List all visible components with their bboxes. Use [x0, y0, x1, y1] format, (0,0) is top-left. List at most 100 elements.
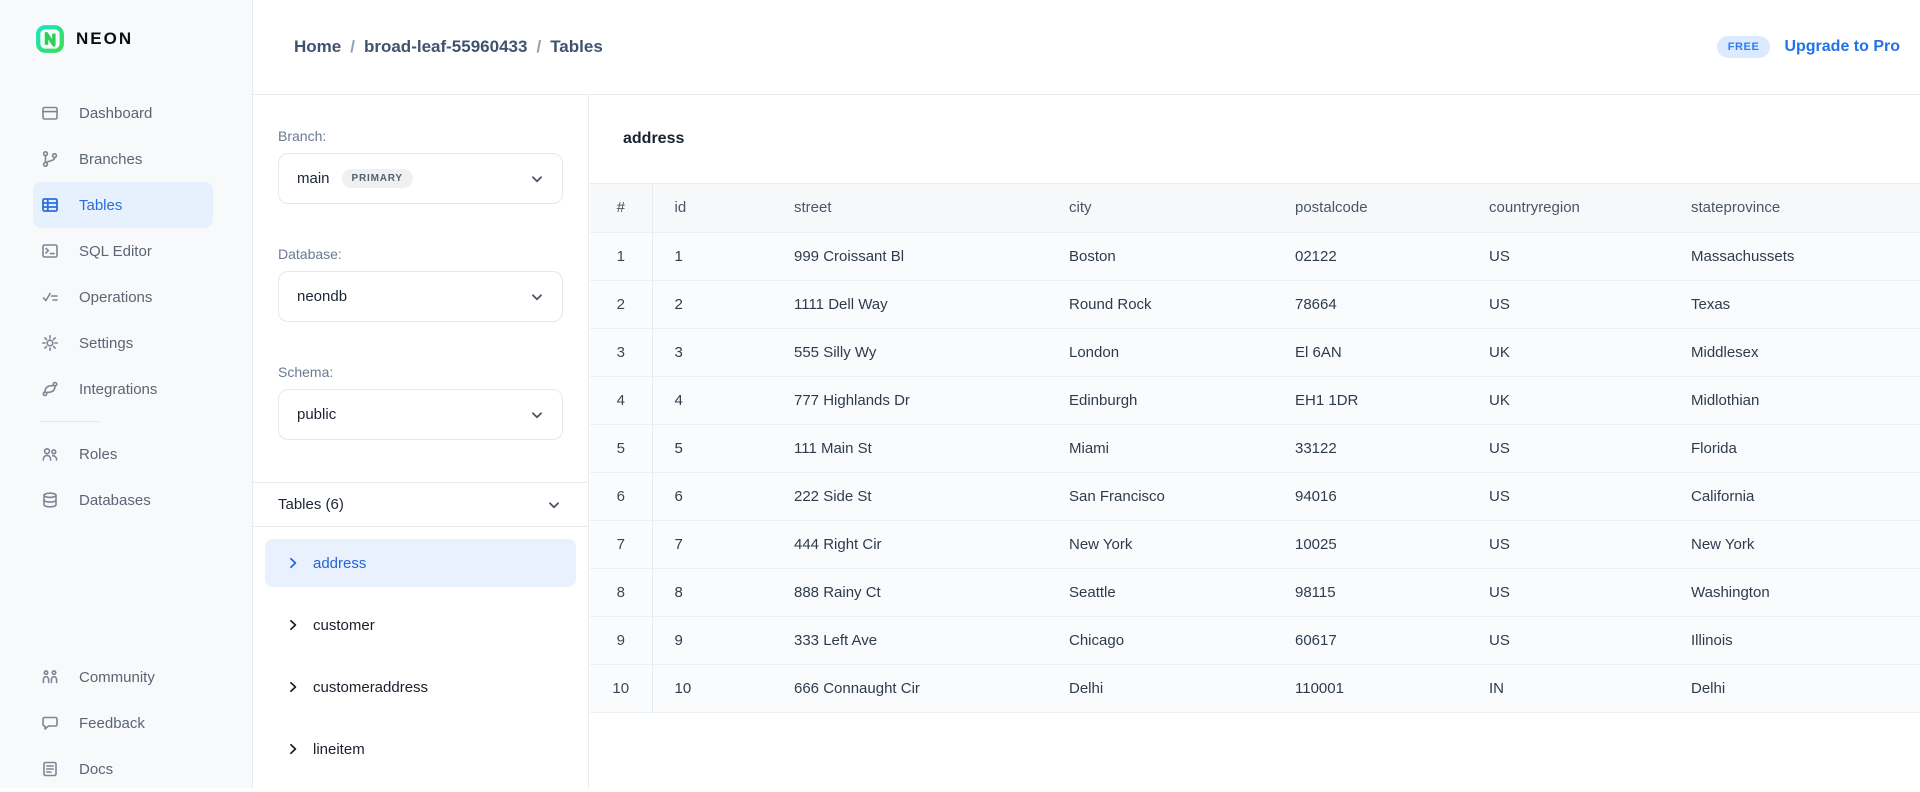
cell: 3	[652, 328, 772, 376]
cell: 666 Connaught Cir	[772, 664, 1047, 712]
cell: US	[1467, 280, 1669, 328]
column-header-rownum: #	[590, 184, 652, 232]
table-item-customeraddress[interactable]: customeraddress	[265, 663, 576, 711]
cell: New York	[1669, 520, 1920, 568]
data-grid: # id street city postalcode countryregio…	[590, 184, 1920, 713]
cell: Midlothian	[1669, 376, 1920, 424]
sidebar-item-operations[interactable]: Operations	[0, 274, 252, 320]
cell: 78664	[1273, 280, 1467, 328]
table-row[interactable]: 88888 Rainy CtSeattle98115USWashington	[590, 568, 1920, 616]
dashboard-icon	[40, 103, 60, 123]
roles-icon	[40, 444, 60, 464]
cell: 2	[590, 280, 652, 328]
cell: Boston	[1047, 232, 1273, 280]
cell: 4	[590, 376, 652, 424]
table-row[interactable]: 221111 Dell WayRound Rock78664USTexas	[590, 280, 1920, 328]
sidebar-item-integrations[interactable]: Integrations	[0, 366, 252, 412]
column-header-id: id	[652, 184, 772, 232]
cell: 02122	[1273, 232, 1467, 280]
chevron-right-icon	[286, 680, 300, 694]
breadcrumb-project[interactable]: broad-leaf-55960433	[364, 37, 527, 56]
sidebar-item-docs[interactable]: Docs	[0, 746, 252, 792]
upgrade-to-pro-link[interactable]: Upgrade to Pro	[1784, 38, 1900, 56]
sql-editor-icon	[40, 241, 60, 261]
sidebar-item-community[interactable]: Community	[0, 654, 252, 700]
table-row[interactable]: 1010666 Connaught CirDelhi110001INDelhi	[590, 664, 1920, 712]
branches-icon	[40, 149, 60, 169]
cell: 60617	[1273, 616, 1467, 664]
cell: US	[1467, 232, 1669, 280]
column-header-stateprovince: stateprovince	[1669, 184, 1920, 232]
sidebar-item-feedback[interactable]: Feedback	[0, 700, 252, 746]
sidebar-item-databases[interactable]: Databases	[0, 477, 252, 523]
cell: 999 Croissant Bl	[772, 232, 1047, 280]
cell: New York	[1047, 520, 1273, 568]
table-item-customer[interactable]: customer	[265, 601, 576, 649]
chevron-right-icon	[286, 742, 300, 756]
cell: US	[1467, 520, 1669, 568]
table-row[interactable]: 66222 Side StSan Francisco94016USCalifor…	[590, 472, 1920, 520]
table-row[interactable]: 33555 Silly WyLondonEl 6ANUKMiddlesex	[590, 328, 1920, 376]
table-body: 11999 Croissant BlBoston02122USMassachus…	[590, 232, 1920, 712]
plan-badge: FREE	[1717, 36, 1771, 58]
cell: 98115	[1273, 568, 1467, 616]
cell: 10	[652, 664, 772, 712]
chevron-down-icon	[528, 170, 546, 188]
table-item-lineitem[interactable]: lineitem	[265, 725, 576, 773]
cell: 4	[652, 376, 772, 424]
cell: US	[1467, 424, 1669, 472]
logo[interactable]: NEON	[35, 24, 252, 54]
cell: San Francisco	[1047, 472, 1273, 520]
nav-sidebar: NEON Dashboard Branches Tables SQL Edito…	[0, 0, 253, 788]
sidebar-item-sql-editor[interactable]: SQL Editor	[0, 228, 252, 274]
cell: 444 Right Cir	[772, 520, 1047, 568]
main-content: address # id street city postalcode coun…	[590, 95, 1920, 788]
breadcrumb-home[interactable]: Home	[294, 37, 341, 56]
title-band: address	[590, 95, 1920, 184]
chevron-down-icon	[545, 496, 563, 514]
cell: Delhi	[1669, 664, 1920, 712]
schema-select[interactable]: public	[278, 389, 563, 440]
database-label: Database:	[278, 246, 563, 262]
table-item-address[interactable]: address	[265, 539, 576, 587]
cell: Illinois	[1669, 616, 1920, 664]
cell: Edinburgh	[1047, 376, 1273, 424]
branch-group: Branch: main PRIMARY	[278, 128, 563, 204]
cell: 5	[590, 424, 652, 472]
cell: Round Rock	[1047, 280, 1273, 328]
table-row[interactable]: 44777 Highlands DrEdinburghEH1 1DRUKMidl…	[590, 376, 1920, 424]
database-select[interactable]: neondb	[278, 271, 563, 322]
branch-select[interactable]: main PRIMARY	[278, 153, 563, 204]
cell: 8	[590, 568, 652, 616]
chevron-down-icon	[528, 288, 546, 306]
cell: IN	[1467, 664, 1669, 712]
tables-list: address customer customeraddress lineite…	[253, 527, 588, 773]
column-header-street: street	[772, 184, 1047, 232]
feedback-icon	[40, 713, 60, 733]
cell: 888 Rainy Ct	[772, 568, 1047, 616]
schema-group: Schema: public	[278, 364, 563, 440]
cell: 1	[590, 232, 652, 280]
table-row[interactable]: 11999 Croissant BlBoston02122USMassachus…	[590, 232, 1920, 280]
sidebar-item-settings[interactable]: Settings	[0, 320, 252, 366]
sidebar-item-dashboard[interactable]: Dashboard	[0, 90, 252, 136]
table-row[interactable]: 99333 Left AveChicago60617USIllinois	[590, 616, 1920, 664]
sidebar-item-branches[interactable]: Branches	[0, 136, 252, 182]
neon-logo-icon	[35, 24, 65, 54]
chevron-down-icon	[528, 406, 546, 424]
database-icon	[40, 490, 60, 510]
chevron-right-icon	[286, 556, 300, 570]
tables-section-header[interactable]: Tables (6)	[253, 482, 588, 527]
cell: 1111 Dell Way	[772, 280, 1047, 328]
table-row[interactable]: 77444 Right CirNew York10025USNew York	[590, 520, 1920, 568]
table-row[interactable]: 55111 Main StMiami33122USFlorida	[590, 424, 1920, 472]
primary-badge: PRIMARY	[342, 169, 413, 188]
cell: London	[1047, 328, 1273, 376]
cell: 33122	[1273, 424, 1467, 472]
cell: 8	[652, 568, 772, 616]
context-controls: Branch: main PRIMARY Database: neondb Sc…	[253, 95, 588, 440]
cell: 10	[590, 664, 652, 712]
sidebar-item-tables[interactable]: Tables	[33, 182, 213, 228]
operations-icon	[40, 287, 60, 307]
sidebar-item-roles[interactable]: Roles	[0, 431, 252, 477]
